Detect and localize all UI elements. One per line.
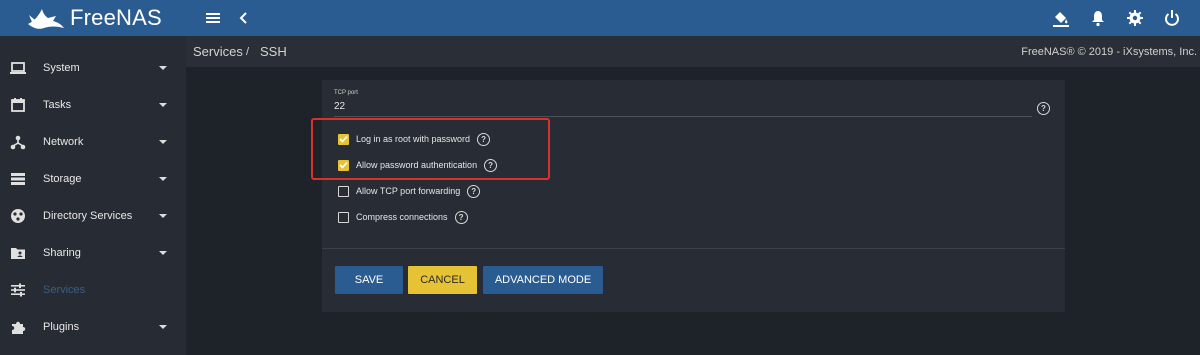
compress-connections-checkbox-row[interactable]: Compress connections ? <box>338 210 468 224</box>
menu-toggle-button[interactable] <box>201 6 225 30</box>
expand-caret-icon <box>159 103 167 107</box>
sidebar-item-label: Services <box>43 284 86 296</box>
sidebar-item-label: System <box>43 62 80 74</box>
settings-gear-icon <box>1127 10 1143 26</box>
sidebar-item-directory-services[interactable]: Directory Services <box>0 198 186 234</box>
advanced-mode-button[interactable]: ADVANCED MODE <box>483 266 603 294</box>
back-button[interactable] <box>232 6 256 30</box>
tcp-port-help-icon[interactable]: ? <box>1037 102 1050 115</box>
expand-caret-icon <box>159 325 167 329</box>
check-mark-icon <box>339 161 348 169</box>
sliders-icon <box>9 281 27 299</box>
sidebar-item-tasks[interactable]: Tasks <box>0 87 186 123</box>
freenas-logo[interactable]: FreeNAS <box>26 3 162 33</box>
puzzle-icon <box>9 318 27 336</box>
sidebar-item-services[interactable]: Services <box>0 272 186 308</box>
save-button[interactable]: SAVE <box>335 266 403 294</box>
sidebar-item-label: Storage <box>43 173 82 185</box>
allow-password-auth-checkbox[interactable] <box>338 159 349 171</box>
cancel-button[interactable]: CANCEL <box>408 266 477 294</box>
settings-button[interactable] <box>1123 6 1147 30</box>
notifications-bell-icon <box>1092 11 1104 27</box>
theme-bucket-icon <box>1053 12 1069 27</box>
sidebar-item-storage[interactable]: Storage <box>0 161 186 197</box>
allow-tcp-forwarding-checkbox[interactable] <box>338 185 349 197</box>
login-root-password-checkbox-row[interactable]: Log in as root with password ? <box>338 132 491 146</box>
check-mark-icon <box>339 135 348 143</box>
checkbox-label: Allow password authentication <box>356 160 478 170</box>
expand-caret-icon <box>159 66 167 70</box>
sidebar-item-label: Sharing <box>43 247 81 259</box>
logo-text: FreeNAS <box>70 5 162 30</box>
laptop-icon <box>9 59 27 77</box>
help-icon[interactable]: ? <box>484 158 498 172</box>
sidebar: System Tasks Network Storage Directory S… <box>0 36 186 355</box>
menu-icon <box>206 13 220 23</box>
directory-icon <box>9 207 27 225</box>
sidebar-item-system[interactable]: System <box>0 50 186 86</box>
sidebar-item-plugins[interactable]: Plugins <box>0 309 186 345</box>
sidebar-item-label: Tasks <box>43 99 72 111</box>
ssh-settings-card: TCP port 22 ? Log in as root with passwo… <box>322 80 1065 312</box>
sidebar-item-network[interactable]: Network <box>0 124 186 160</box>
network-icon <box>9 133 27 151</box>
expand-caret-icon <box>159 177 167 181</box>
checkbox-label: Log in as root with password <box>356 134 471 144</box>
expand-caret-icon <box>159 140 167 144</box>
top-bar: FreeNAS <box>0 0 1200 36</box>
allow-tcp-forwarding-checkbox-row[interactable]: Allow TCP port forwarding ? <box>338 184 481 198</box>
breadcrumb-bar: Services / SSH FreeNAS® © 2019 - iXsyste… <box>186 36 1200 67</box>
checkbox-label: Compress connections <box>356 212 448 222</box>
tcp-port-underline <box>334 116 1032 117</box>
copyright-text: FreeNAS® © 2019 - iXsystems, Inc. <box>1021 46 1197 58</box>
compress-connections-checkbox[interactable] <box>338 211 349 223</box>
power-button[interactable] <box>1160 6 1184 30</box>
form-divider <box>322 248 1065 249</box>
calendar-icon <box>9 96 27 114</box>
expand-caret-icon <box>159 214 167 218</box>
expand-caret-icon <box>159 251 167 255</box>
back-chevron-icon <box>239 12 247 24</box>
tcp-port-label: TCP port <box>334 90 358 96</box>
help-icon[interactable]: ? <box>467 184 481 198</box>
help-icon[interactable]: ? <box>454 210 468 224</box>
shark-logo-icon <box>28 9 64 29</box>
storage-icon <box>9 170 27 188</box>
notifications-button[interactable] <box>1086 6 1110 30</box>
breadcrumb-separator: / <box>246 46 250 58</box>
theme-button[interactable] <box>1049 6 1073 30</box>
folder-share-icon <box>9 244 27 262</box>
sidebar-item-label: Directory Services <box>43 210 133 222</box>
breadcrumb-current: SSH <box>260 44 287 59</box>
sidebar-item-label: Network <box>43 136 84 148</box>
tcp-port-input[interactable]: 22 <box>334 101 345 112</box>
sidebar-item-label: Plugins <box>43 321 80 333</box>
power-icon <box>1165 10 1179 26</box>
allow-password-auth-checkbox-row[interactable]: Allow password authentication ? <box>338 158 498 172</box>
checkbox-label: Allow TCP port forwarding <box>356 186 461 196</box>
help-icon[interactable]: ? <box>477 132 491 146</box>
breadcrumb-services-link[interactable]: Services <box>193 44 243 59</box>
login-root-password-checkbox[interactable] <box>338 133 349 145</box>
sidebar-item-sharing[interactable]: Sharing <box>0 235 186 271</box>
